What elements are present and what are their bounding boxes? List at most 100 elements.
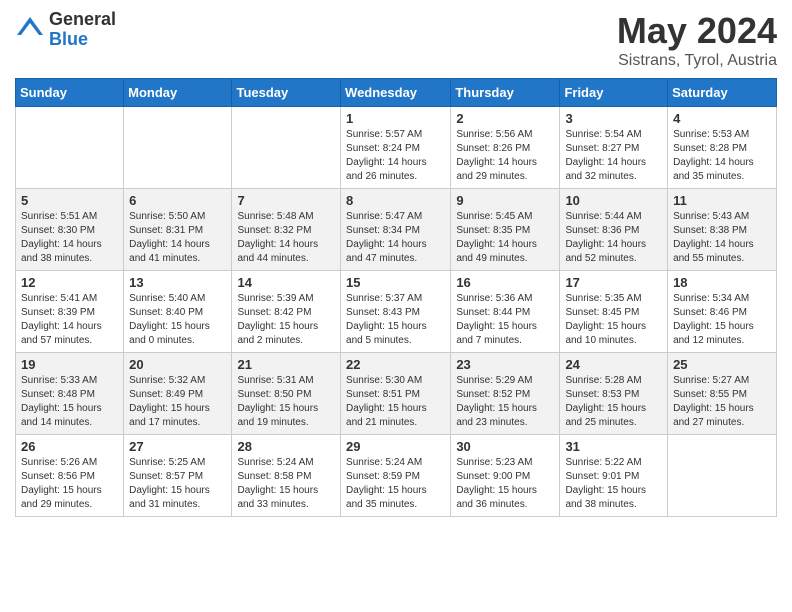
day-sun-info: Sunrise: 5:54 AM Sunset: 8:27 PM Dayligh…	[565, 128, 662, 184]
calendar-day-cell: 22 Sunrise: 5:30 AM Sunset: 8:51 PM Dayli…	[341, 353, 451, 435]
day-number: 22	[346, 357, 445, 372]
day-sun-info: Sunrise: 5:24 AM Sunset: 8:59 PM Dayligh…	[346, 456, 445, 512]
logo: General Blue	[15, 10, 116, 50]
day-sun-info: Sunrise: 5:30 AM Sunset: 8:51 PM Dayligh…	[346, 374, 445, 430]
day-sun-info: Sunrise: 5:22 AM Sunset: 9:01 PM Dayligh…	[565, 456, 662, 512]
calendar-day-cell: 1 Sunrise: 5:57 AM Sunset: 8:24 PM Daylig…	[341, 107, 451, 189]
day-number: 3	[565, 111, 662, 126]
day-number: 4	[673, 111, 771, 126]
month-year-title: May 2024	[617, 10, 777, 52]
day-sun-info: Sunrise: 5:57 AM Sunset: 8:24 PM Dayligh…	[346, 128, 445, 184]
calendar-day-cell: 18 Sunrise: 5:34 AM Sunset: 8:46 PM Dayli…	[668, 271, 777, 353]
day-sun-info: Sunrise: 5:39 AM Sunset: 8:42 PM Dayligh…	[237, 292, 335, 348]
dow-header-thursday: Thursday	[451, 79, 560, 107]
day-number: 23	[456, 357, 554, 372]
day-sun-info: Sunrise: 5:51 AM Sunset: 8:30 PM Dayligh…	[21, 210, 118, 266]
day-sun-info: Sunrise: 5:53 AM Sunset: 8:28 PM Dayligh…	[673, 128, 771, 184]
calendar-day-cell: 12Sunrise: 5:41 AM Sunset: 8:39 PM Dayli…	[16, 271, 124, 353]
calendar-header: SundayMondayTuesdayWednesdayThursdayFrid…	[16, 79, 777, 107]
calendar-day-cell: 5 Sunrise: 5:51 AM Sunset: 8:30 PM Daylig…	[16, 189, 124, 271]
day-sun-info: Sunrise: 5:37 AM Sunset: 8:43 PM Dayligh…	[346, 292, 445, 348]
day-sun-info: Sunrise: 5:48 AM Sunset: 8:32 PM Dayligh…	[237, 210, 335, 266]
day-number: 5	[21, 193, 118, 208]
day-sun-info: Sunrise: 5:44 AM Sunset: 8:36 PM Dayligh…	[565, 210, 662, 266]
calendar-day-cell: 29 Sunrise: 5:24 AM Sunset: 8:59 PM Dayli…	[341, 435, 451, 517]
dow-header-friday: Friday	[560, 79, 668, 107]
dow-header-wednesday: Wednesday	[341, 79, 451, 107]
day-sun-info: Sunrise: 5:40 AM Sunset: 8:40 PM Dayligh…	[129, 292, 226, 348]
calendar-table: SundayMondayTuesdayWednesdayThursdayFrid…	[15, 78, 777, 517]
calendar-day-cell: 13 Sunrise: 5:40 AM Sunset: 8:40 PM Dayli…	[124, 271, 232, 353]
day-sun-info: Sunrise: 5:34 AM Sunset: 8:46 PM Dayligh…	[673, 292, 771, 348]
logo-blue-text: Blue	[49, 30, 116, 50]
dow-header-tuesday: Tuesday	[232, 79, 341, 107]
calendar-week-2: 5 Sunrise: 5:51 AM Sunset: 8:30 PM Daylig…	[16, 189, 777, 271]
day-number: 1	[346, 111, 445, 126]
day-number: 18	[673, 275, 771, 290]
calendar-day-cell: 2Sunrise: 5:56 AM Sunset: 8:26 PM Daylig…	[451, 107, 560, 189]
day-sun-info: Sunrise: 5:26 AM Sunset: 8:56 PM Dayligh…	[21, 456, 118, 512]
calendar-day-cell	[668, 435, 777, 517]
day-number: 2	[456, 111, 554, 126]
day-number: 14	[237, 275, 335, 290]
calendar-body: 1 Sunrise: 5:57 AM Sunset: 8:24 PM Daylig…	[16, 107, 777, 517]
calendar-day-cell: 14 Sunrise: 5:39 AM Sunset: 8:42 PM Dayli…	[232, 271, 341, 353]
day-sun-info: Sunrise: 5:43 AM Sunset: 8:38 PM Dayligh…	[673, 210, 771, 266]
day-sun-info: Sunrise: 5:28 AM Sunset: 8:53 PM Dayligh…	[565, 374, 662, 430]
day-number: 11	[673, 193, 771, 208]
calendar-day-cell: 15Sunrise: 5:37 AM Sunset: 8:43 PM Dayli…	[341, 271, 451, 353]
dow-header-saturday: Saturday	[668, 79, 777, 107]
days-of-week-row: SundayMondayTuesdayWednesdayThursdayFrid…	[16, 79, 777, 107]
day-number: 13	[129, 275, 226, 290]
day-sun-info: Sunrise: 5:41 AM Sunset: 8:39 PM Dayligh…	[21, 292, 118, 348]
calendar-day-cell: 19 Sunrise: 5:33 AM Sunset: 8:48 PM Dayli…	[16, 353, 124, 435]
calendar-day-cell: 10 Sunrise: 5:44 AM Sunset: 8:36 PM Dayli…	[560, 189, 668, 271]
location-subtitle: Sistrans, Tyrol, Austria	[617, 52, 777, 70]
dow-header-monday: Monday	[124, 79, 232, 107]
day-sun-info: Sunrise: 5:36 AM Sunset: 8:44 PM Dayligh…	[456, 292, 554, 348]
day-sun-info: Sunrise: 5:31 AM Sunset: 8:50 PM Dayligh…	[237, 374, 335, 430]
day-number: 30	[456, 439, 554, 454]
title-block: May 2024 Sistrans, Tyrol, Austria	[617, 10, 777, 70]
calendar-day-cell: 4 Sunrise: 5:53 AM Sunset: 8:28 PM Daylig…	[668, 107, 777, 189]
day-number: 6	[129, 193, 226, 208]
day-number: 7	[237, 193, 335, 208]
day-sun-info: Sunrise: 5:32 AM Sunset: 8:49 PM Dayligh…	[129, 374, 226, 430]
day-sun-info: Sunrise: 5:50 AM Sunset: 8:31 PM Dayligh…	[129, 210, 226, 266]
logo-text: General Blue	[49, 10, 116, 50]
logo-general-text: General	[49, 10, 116, 30]
day-sun-info: Sunrise: 5:45 AM Sunset: 8:35 PM Dayligh…	[456, 210, 554, 266]
calendar-week-4: 19 Sunrise: 5:33 AM Sunset: 8:48 PM Dayli…	[16, 353, 777, 435]
calendar-week-3: 12Sunrise: 5:41 AM Sunset: 8:39 PM Dayli…	[16, 271, 777, 353]
calendar-day-cell: 26 Sunrise: 5:26 AM Sunset: 8:56 PM Dayli…	[16, 435, 124, 517]
calendar-day-cell: 3 Sunrise: 5:54 AM Sunset: 8:27 PM Daylig…	[560, 107, 668, 189]
day-number: 17	[565, 275, 662, 290]
day-number: 28	[237, 439, 335, 454]
calendar-day-cell: 28 Sunrise: 5:24 AM Sunset: 8:58 PM Dayli…	[232, 435, 341, 517]
day-sun-info: Sunrise: 5:29 AM Sunset: 8:52 PM Dayligh…	[456, 374, 554, 430]
day-number: 16	[456, 275, 554, 290]
calendar-week-5: 26 Sunrise: 5:26 AM Sunset: 8:56 PM Dayli…	[16, 435, 777, 517]
day-number: 31	[565, 439, 662, 454]
calendar-week-1: 1 Sunrise: 5:57 AM Sunset: 8:24 PM Daylig…	[16, 107, 777, 189]
day-sun-info: Sunrise: 5:24 AM Sunset: 8:58 PM Dayligh…	[237, 456, 335, 512]
calendar-day-cell: 9 Sunrise: 5:45 AM Sunset: 8:35 PM Daylig…	[451, 189, 560, 271]
calendar-day-cell: 20Sunrise: 5:32 AM Sunset: 8:49 PM Dayli…	[124, 353, 232, 435]
day-sun-info: Sunrise: 5:33 AM Sunset: 8:48 PM Dayligh…	[21, 374, 118, 430]
calendar-day-cell: 25 Sunrise: 5:27 AM Sunset: 8:55 PM Dayli…	[668, 353, 777, 435]
calendar-day-cell: 21Sunrise: 5:31 AM Sunset: 8:50 PM Dayli…	[232, 353, 341, 435]
day-number: 10	[565, 193, 662, 208]
day-number: 26	[21, 439, 118, 454]
calendar-day-cell: 24Sunrise: 5:28 AM Sunset: 8:53 PM Dayli…	[560, 353, 668, 435]
day-number: 9	[456, 193, 554, 208]
day-number: 25	[673, 357, 771, 372]
day-number: 29	[346, 439, 445, 454]
day-number: 19	[21, 357, 118, 372]
day-number: 8	[346, 193, 445, 208]
calendar-day-cell: 8Sunrise: 5:47 AM Sunset: 8:34 PM Daylig…	[341, 189, 451, 271]
calendar-day-cell: 23 Sunrise: 5:29 AM Sunset: 8:52 PM Dayli…	[451, 353, 560, 435]
logo-icon	[15, 15, 45, 45]
calendar-day-cell: 16 Sunrise: 5:36 AM Sunset: 8:44 PM Dayli…	[451, 271, 560, 353]
day-sun-info: Sunrise: 5:27 AM Sunset: 8:55 PM Dayligh…	[673, 374, 771, 430]
calendar-day-cell: 30Sunrise: 5:23 AM Sunset: 9:00 PM Dayli…	[451, 435, 560, 517]
